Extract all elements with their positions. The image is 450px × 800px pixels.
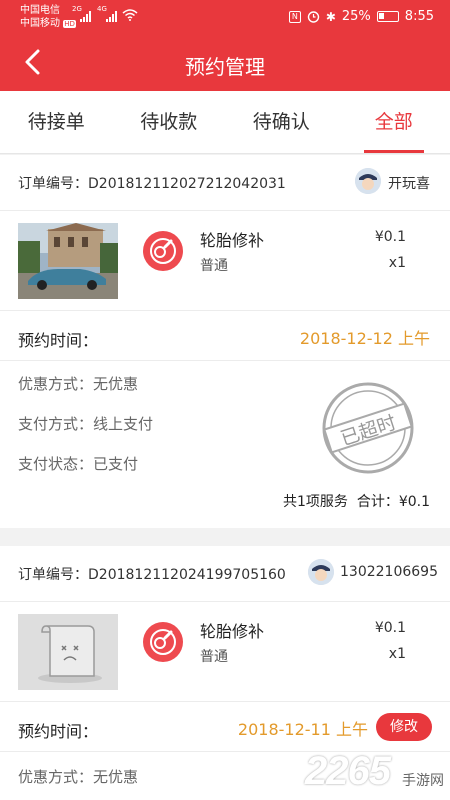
bluetooth-icon: ✱ xyxy=(325,9,336,24)
order-number: 订单编号：D201812112027212042031 xyxy=(18,176,286,192)
tab-pending-confirm[interactable]: 待确认 xyxy=(225,91,338,153)
signal-icon xyxy=(80,10,91,22)
carrier-1: 中国电信 xyxy=(20,5,60,16)
app-header: 预约管理 xyxy=(0,34,450,91)
service-type: 普通 xyxy=(200,258,228,274)
appointment-time-label: 预约时间： xyxy=(18,722,99,741)
tire-repair-icon xyxy=(143,231,183,271)
order-card[interactable]: 订单编号：D201812112027212042031 开玩喜 轮胎修补 普通 … xyxy=(0,155,450,528)
customer-name: 开玩喜 xyxy=(388,176,430,192)
expired-stamp: 已超时 xyxy=(320,380,416,476)
battery-icon xyxy=(376,11,399,22)
tab-pending-payment[interactable]: 待收款 xyxy=(113,91,226,153)
carrier-info: 中国电信 中国移动 HD xyxy=(20,4,76,31)
order-header: 订单编号：D201812112024199705160 13022106695 xyxy=(0,546,450,602)
carrier-2: 中国移动 HD xyxy=(20,18,76,29)
payment-method-info: 支付方式：线上支付 xyxy=(18,415,154,433)
service-type: 普通 xyxy=(200,649,228,665)
hd-badge: HD xyxy=(63,20,76,28)
payment-status-info: 支付状态：已支付 xyxy=(18,455,139,473)
service-price: ¥0.1 xyxy=(374,620,406,636)
service-name: 轮胎修补 xyxy=(200,622,265,641)
watermark-brand: 2265 xyxy=(305,749,391,793)
discount-info: 优惠方式：无优惠 xyxy=(18,375,139,393)
order-number: 订单编号：D201812112024199705160 xyxy=(18,567,286,583)
car-photo xyxy=(18,223,118,299)
status-bar: 中国电信 中国移动 HD 2G 4G N ✱ 25% 8:55 xyxy=(0,0,450,34)
wifi-icon xyxy=(122,9,138,21)
watermark: 2265 手游网 xyxy=(290,749,450,800)
tab-all[interactable]: 全部 xyxy=(338,91,450,153)
customer-phone: 13022106695 xyxy=(340,564,438,580)
avatar xyxy=(355,168,381,194)
service-name: 轮胎修补 xyxy=(200,231,265,250)
service-qty: x1 xyxy=(388,646,406,662)
battery-percent: 25% xyxy=(341,9,371,24)
modify-button[interactable]: 修改 xyxy=(376,713,432,741)
image-placeholder xyxy=(18,614,118,690)
appointment-time-value: 2018-12-12 上午 xyxy=(299,329,430,348)
order-header: 订单编号：D201812112027212042031 开玩喜 xyxy=(0,155,450,211)
tab-bar: 待接单 待收款 待确认 全部 xyxy=(0,91,450,154)
avatar xyxy=(308,559,334,585)
status-right: N ✱ 25% 8:55 xyxy=(288,9,434,24)
service-item: 轮胎修补 普通 ¥0.1 x1 xyxy=(0,211,450,311)
service-qty: x1 xyxy=(388,255,406,271)
signal-icon-2 xyxy=(106,10,117,22)
clock: 8:55 xyxy=(404,9,434,24)
appointment-time-row: 预约时间： 2018-12-12 上午 xyxy=(0,311,450,361)
appointment-time-row: 预约时间： 2018-12-11 上午 修改 xyxy=(0,702,450,752)
service-item: 轮胎修补 普通 ¥0.1 x1 xyxy=(0,602,450,702)
watermark-sub: 手游网 xyxy=(402,773,444,789)
discount-info: 优惠方式：无优惠 xyxy=(18,768,139,786)
alarm-icon xyxy=(307,11,320,23)
appointment-time-label: 预约时间： xyxy=(18,331,99,350)
page-title: 预约管理 xyxy=(185,55,265,79)
nfc-icon: N xyxy=(288,10,301,23)
tire-repair-icon xyxy=(143,622,183,662)
tab-pending-accept[interactable]: 待接单 xyxy=(0,91,113,153)
order-summary: 共1项服务 合计：¥0.1 xyxy=(283,494,430,510)
appointment-time-value: 2018-12-11 上午 xyxy=(237,720,368,739)
service-price: ¥0.1 xyxy=(374,229,406,245)
